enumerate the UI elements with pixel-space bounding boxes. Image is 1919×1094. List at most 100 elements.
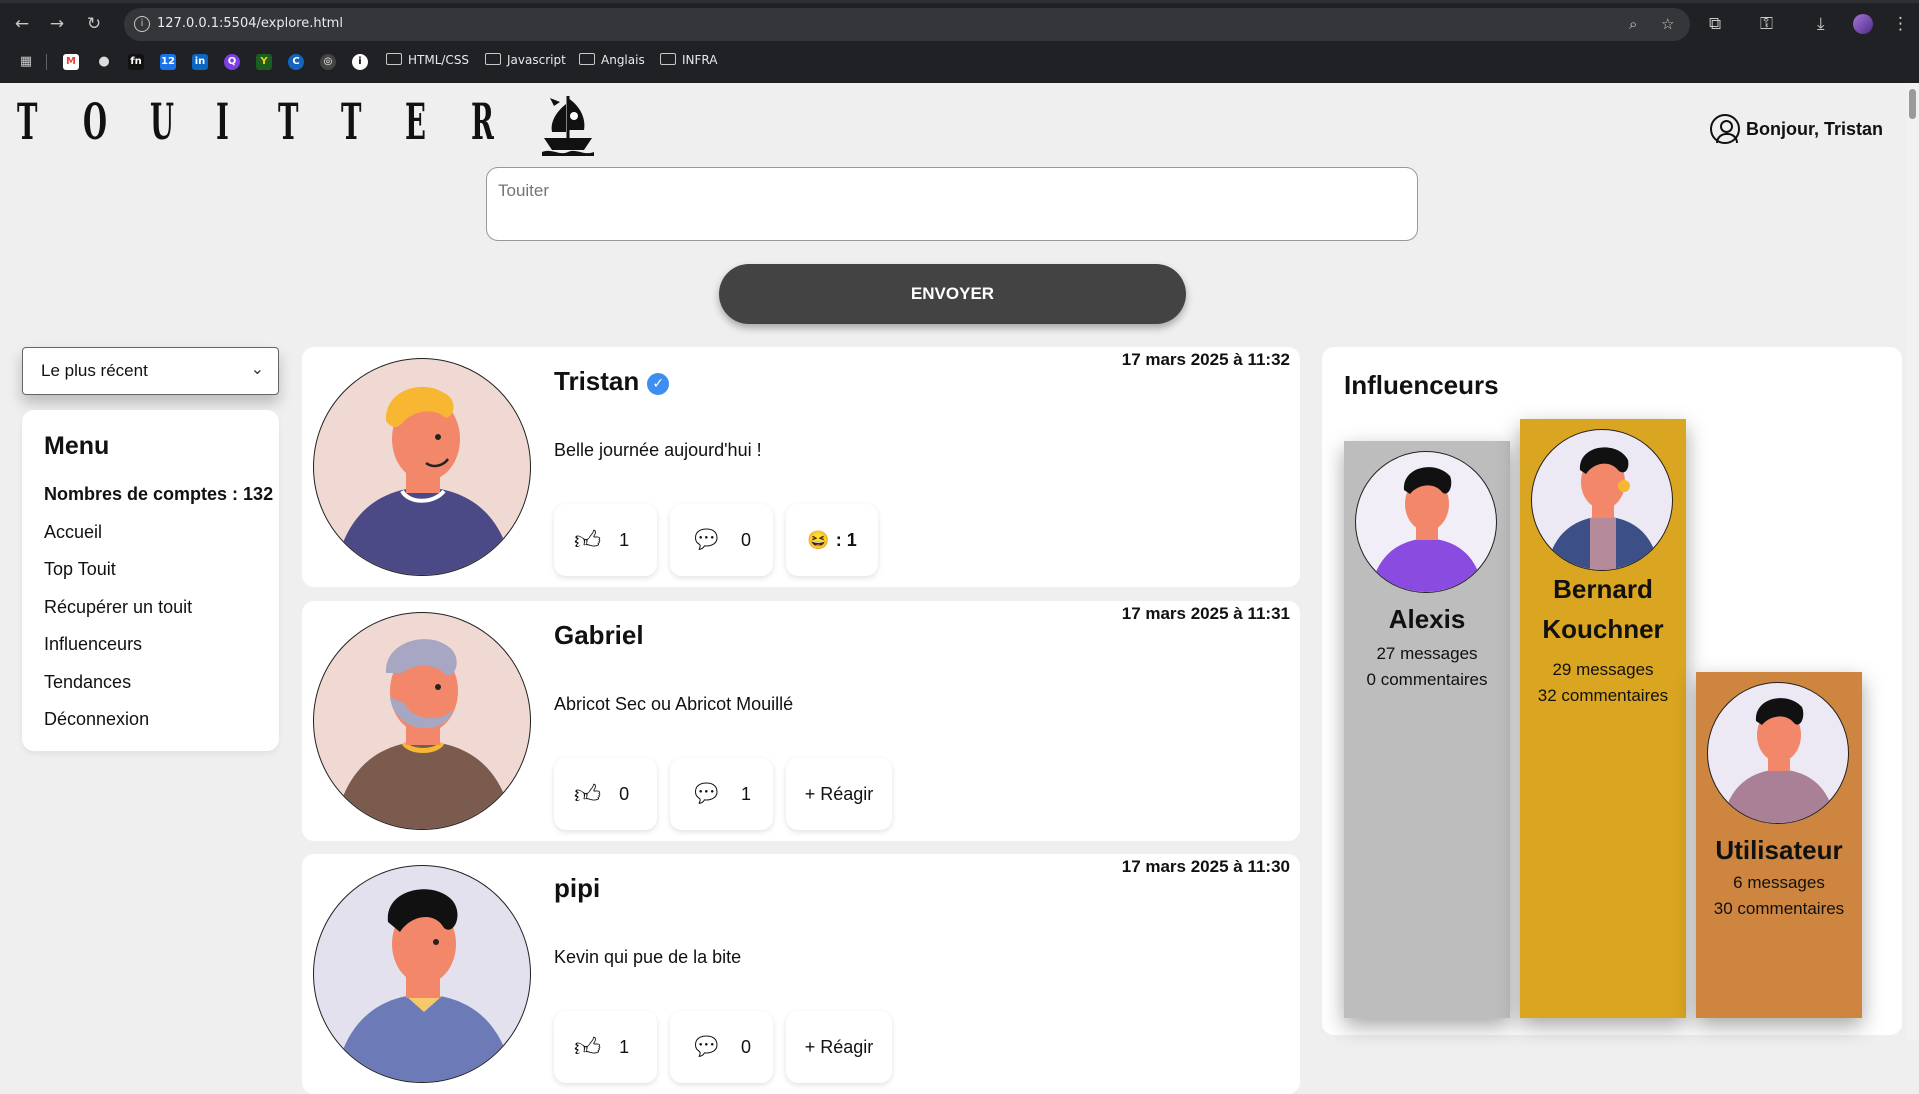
more-menu-icon[interactable]: ⋮	[1892, 14, 1909, 34]
menu-item-accueil[interactable]: Accueil	[44, 522, 102, 543]
openai-icon[interactable]: ◎	[320, 54, 336, 70]
bookmarks-divider	[46, 54, 47, 70]
browser-chrome: ← → ↻ i 127.0.0.1:5504/explore.html ⌕ ☆ …	[0, 0, 1919, 83]
apps-grid-icon[interactable]: ▦	[18, 54, 34, 70]
post-author[interactable]: Tristan ✓	[554, 366, 670, 397]
post-author[interactable]: pipi	[554, 873, 600, 904]
comment-add-icon: 💬︎	[690, 525, 724, 555]
user-greeting[interactable]: Bonjour, Tristan	[1709, 114, 1883, 144]
site-info-icon[interactable]: i	[134, 16, 150, 32]
scrollbar-thumb[interactable]	[1909, 89, 1916, 119]
bookmark-y-icon[interactable]: Y	[256, 54, 272, 70]
linkedin-icon[interactable]: in	[192, 54, 208, 70]
forward-icon[interactable]: →	[45, 12, 69, 36]
menu-item-tendances[interactable]: Tendances	[44, 672, 131, 693]
apple-icon[interactable]: ●	[96, 54, 112, 70]
folder-icon	[485, 53, 501, 65]
bookmark-app-icon[interactable]: Q	[224, 54, 240, 70]
page-scrollbar[interactable]	[1906, 83, 1919, 1041]
reaction-button[interactable]: 😆: 1	[786, 504, 878, 576]
like-count: 1	[619, 529, 630, 550]
back-icon[interactable]: ←	[10, 12, 34, 36]
bookmark-folder-anglais[interactable]: Anglais	[579, 53, 645, 67]
accounts-count: Nombres de comptes : 132	[44, 484, 274, 504]
url-text[interactable]: 127.0.0.1:5504/explore.html	[157, 16, 343, 31]
post-card: Tristan ✓ 17 mars 2025 à 11:32 Belle jour…	[302, 347, 1300, 587]
calendar-icon[interactable]: 12	[160, 54, 176, 70]
thumbs-up-icon: 👍︎	[574, 1032, 602, 1063]
comment-add-icon: 💬︎	[690, 779, 724, 809]
zoom-icon[interactable]: ⌕	[1629, 15, 1637, 33]
like-button[interactable]: 👍︎ 1	[554, 1011, 657, 1083]
avatar-illustration	[1370, 467, 1484, 592]
post-card: pipi 17 mars 2025 à 11:30 Kevin qui pue …	[302, 854, 1300, 1094]
like-button[interactable]: 👍︎ 0	[554, 758, 657, 830]
comment-button[interactable]: 💬︎ 1	[670, 758, 773, 830]
bookmark-c-icon[interactable]: C	[288, 54, 304, 70]
post-date: 17 mars 2025 à 11:32	[1121, 350, 1290, 369]
chevron-down-icon: ⌄	[250, 359, 264, 378]
comment-count: 1	[741, 783, 752, 804]
bookmark-star-icon[interactable]: ☆	[1661, 15, 1674, 33]
react-button[interactable]: + Réagir	[786, 758, 892, 830]
touit-compose-input[interactable]	[486, 167, 1418, 241]
like-button[interactable]: 👍︎ 1	[554, 504, 657, 576]
influencer-name-line1: Bernard	[1553, 574, 1653, 604]
bookmark-folder-infra[interactable]: INFRA	[660, 53, 717, 67]
logo-letter: T	[17, 92, 38, 151]
comment-button[interactable]: 💬︎ 0	[670, 504, 773, 576]
user-profile-icon[interactable]	[1709, 114, 1740, 144]
influencer-card-utilisateur[interactable]: Utilisateur 6 messages 30 commentaires	[1696, 672, 1862, 1018]
folder-icon	[660, 53, 676, 65]
menu-item-deconnexion[interactable]: Déconnexion	[44, 709, 149, 730]
influencer-avatar[interactable]	[1355, 451, 1497, 593]
bookmark-fn-icon[interactable]: fn	[128, 54, 144, 70]
post-author[interactable]: Gabriel	[554, 620, 644, 651]
influencer-avatar[interactable]	[1531, 429, 1673, 571]
avatar-illustration	[1722, 698, 1836, 823]
react-button[interactable]: + Réagir	[786, 1011, 892, 1083]
gmail-icon[interactable]: M	[63, 54, 79, 70]
author-avatar[interactable]	[313, 612, 531, 830]
influencer-name-line2: Kouchner	[1542, 614, 1664, 644]
sort-select[interactable]: Le plus récent ⌄	[22, 347, 279, 395]
logo-letter: E	[405, 92, 426, 151]
influencer-name: Alexis	[1388, 604, 1466, 634]
bookmark-folder-htmlcss[interactable]: HTML/CSS	[386, 53, 469, 67]
send-button[interactable]: ENVOYER	[719, 264, 1186, 324]
reload-icon[interactable]: ↻	[82, 12, 106, 36]
bookmark-label: HTML/CSS	[408, 53, 470, 67]
download-icon[interactable]: ⤓	[1817, 14, 1825, 34]
password-key-icon[interactable]: ⚿	[1760, 14, 1773, 34]
bookmark-label: Anglais	[601, 53, 645, 67]
thumbs-up-icon: 👍︎	[574, 779, 602, 810]
author-avatar[interactable]	[313, 358, 531, 576]
reaction-count: : 1	[835, 529, 857, 550]
greeting-text: Bonjour, Tristan	[1745, 118, 1883, 139]
logo-letter: T	[278, 92, 299, 151]
comment-add-icon: 💬︎	[690, 1032, 724, 1062]
influencer-name: Utilisateur	[1715, 835, 1843, 865]
info-bookmark-icon[interactable]: i	[352, 54, 368, 70]
extensions-icon[interactable]: ⧉	[1709, 14, 1721, 34]
influencer-card-bernard-kouchner[interactable]: Bernard Kouchner 29 messages 32 commenta…	[1520, 419, 1686, 1018]
comment-button[interactable]: 💬︎ 0	[670, 1011, 773, 1083]
profile-avatar-icon[interactable]	[1853, 14, 1873, 34]
menu-item-recuperer-touit[interactable]: Récupérer un touit	[44, 597, 192, 618]
influencer-messages: 6 messages	[1733, 873, 1825, 892]
pirate-ship-logo-icon	[542, 96, 594, 156]
like-count: 1	[619, 1036, 630, 1057]
bookmark-folder-javascript[interactable]: Javascript	[485, 53, 566, 67]
bookmark-label: INFRA	[682, 53, 718, 67]
author-avatar[interactable]	[313, 865, 531, 1083]
influencer-avatar[interactable]	[1707, 682, 1849, 824]
folder-icon	[386, 53, 402, 65]
menu-item-influenceurs[interactable]: Influenceurs	[44, 634, 142, 655]
menu-title: Menu	[44, 432, 110, 460]
influencers-panel: Influenceurs Alexis 27 messages 0 commen…	[1322, 347, 1902, 1035]
address-bar[interactable]: i 127.0.0.1:5504/explore.html ⌕ ☆	[124, 8, 1690, 41]
menu-item-top-touit[interactable]: Top Touit	[44, 559, 116, 580]
influencer-card-alexis[interactable]: Alexis 27 messages 0 commentaires	[1344, 441, 1510, 1018]
influencers-title: Influenceurs	[1344, 370, 1499, 400]
logo-letter: R	[471, 92, 494, 151]
